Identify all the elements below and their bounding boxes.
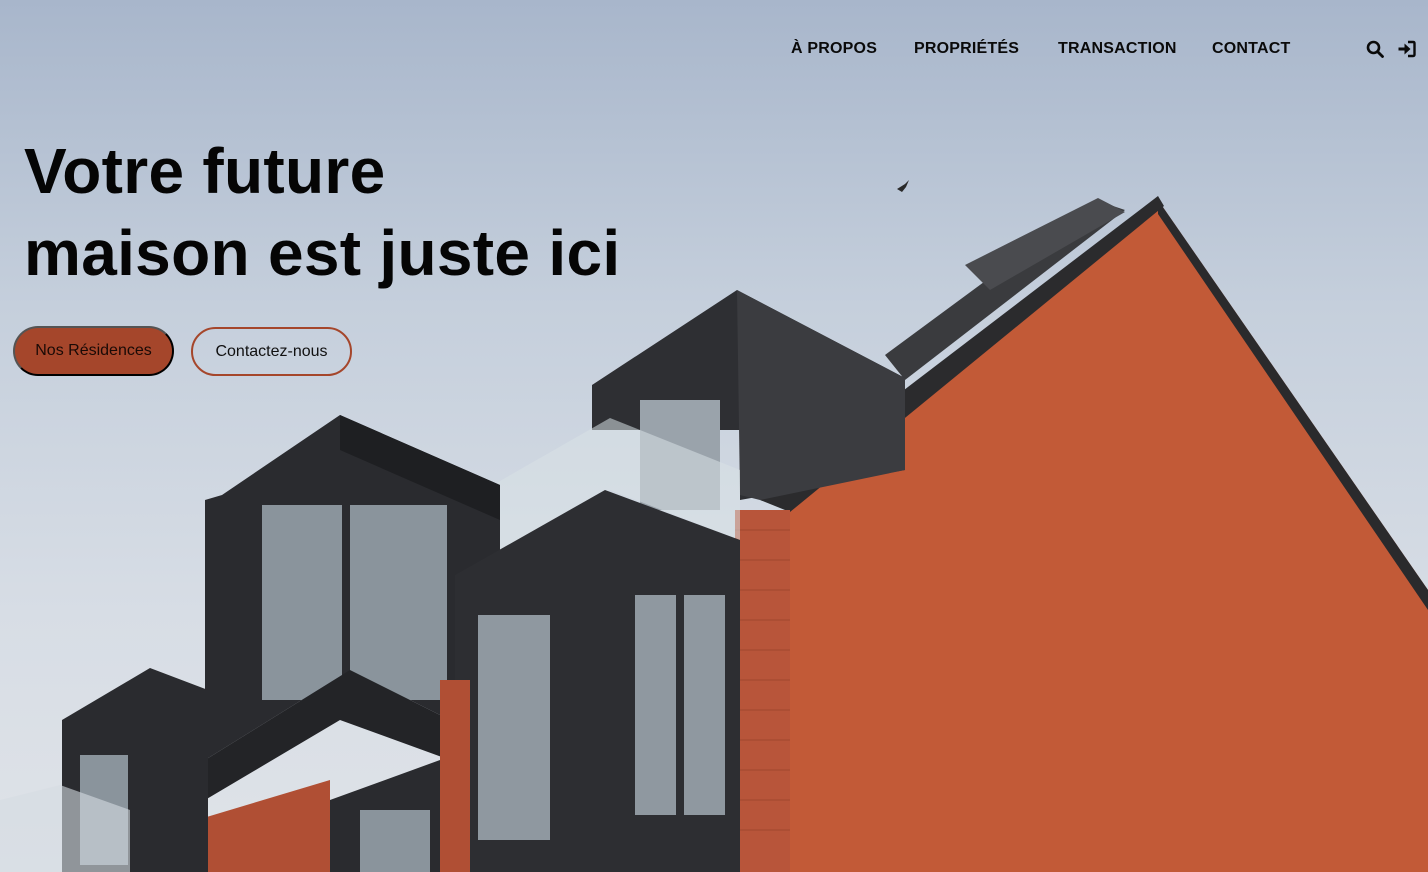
search-icon[interactable] xyxy=(1365,39,1385,59)
nav-item-proprietes[interactable]: PROPRIÉTÉS xyxy=(914,40,1019,58)
hero-headline-line-1: Votre future xyxy=(24,135,386,207)
nos-residences-button[interactable]: Nos Résidences xyxy=(13,326,174,376)
sign-in-icon[interactable] xyxy=(1397,39,1417,59)
nav-item-a-propos[interactable]: À PROPOS xyxy=(791,40,877,58)
nav-item-transaction[interactable]: TRANSACTION xyxy=(1058,40,1177,58)
hero-section: À PROPOS PROPRIÉTÉS TRANSACTION CONTACT … xyxy=(0,0,1428,872)
hero-headline: Votre future maison est juste ici xyxy=(24,130,620,294)
contactez-nous-button[interactable]: Contactez-nous xyxy=(191,327,352,376)
nav-item-contact[interactable]: CONTACT xyxy=(1212,40,1290,58)
hero-headline-line-2: maison est juste ici xyxy=(24,217,621,289)
main-nav: À PROPOS PROPRIÉTÉS TRANSACTION CONTACT xyxy=(0,38,1428,62)
